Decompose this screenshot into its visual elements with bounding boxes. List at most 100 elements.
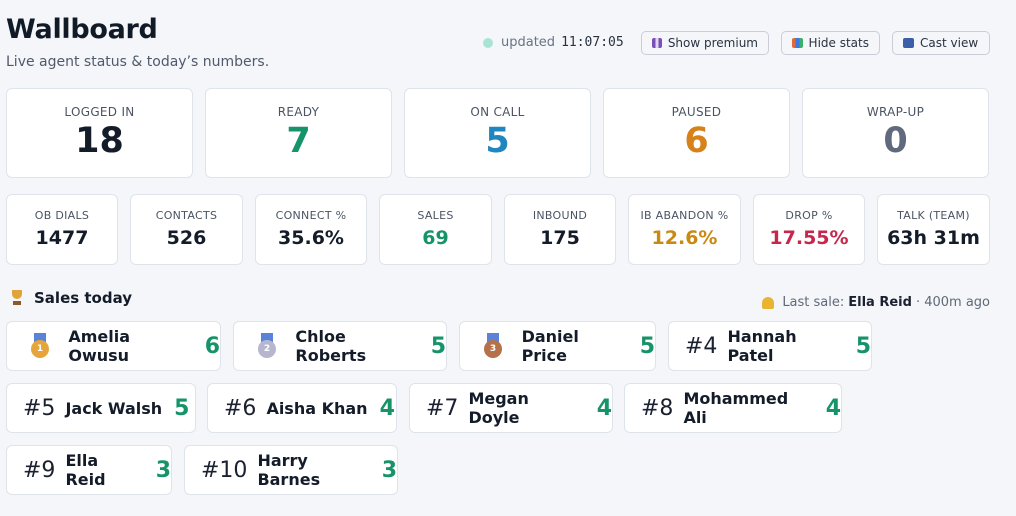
stat-card-value: 69	[422, 227, 449, 249]
last-sale-ago: · 400m ago	[915, 295, 990, 310]
sales-count: 5	[174, 395, 190, 421]
agent-name: Jack Walsh	[65, 398, 163, 418]
hide-stats-button[interactable]: Hide stats	[781, 31, 880, 55]
show-premium-label: Show premium	[667, 36, 758, 50]
rank-number: #6	[224, 395, 257, 421]
stat-card-connect-pct: CONNECT % 35.6%	[255, 194, 367, 265]
rank-number: #8	[641, 395, 674, 421]
status-card-wrap-up: WRAP-UP 0	[802, 88, 989, 178]
updated-label: updated	[501, 35, 556, 50]
silver-medal-icon: 2	[256, 333, 277, 359]
stat-card-label: IB ABANDON %	[640, 209, 729, 222]
bell-icon	[762, 296, 775, 309]
stat-card-label: OB DIALS	[34, 209, 90, 222]
stat-card-ob-dials: OB DIALS 1477	[6, 194, 118, 265]
sales-today-heading: Sales today	[10, 289, 132, 307]
leaderboard-item: #6 Aisha Khan 4	[207, 383, 397, 433]
last-sale-info: Last sale: Ella Reid · 400m ago	[762, 295, 990, 310]
stat-card-ib-abandon: IB ABANDON % 12.6%	[628, 194, 741, 265]
bronze-medal-icon: 3	[482, 333, 504, 359]
sales-count: 3	[155, 457, 171, 483]
status-card-logged-in: LOGGED IN 18	[6, 88, 193, 178]
sales-count: 4	[596, 395, 612, 421]
status-card-label: PAUSED	[671, 105, 722, 119]
status-card-paused: PAUSED 6	[603, 88, 790, 178]
stat-card-value: 17.55%	[769, 227, 849, 249]
stat-card-label: SALES	[417, 209, 454, 222]
sales-today-title: Sales today	[34, 289, 133, 307]
rank-number: #7	[426, 395, 459, 421]
rank-number: #5	[23, 395, 56, 421]
stat-card-value: 1477	[35, 227, 89, 249]
gold-medal-icon: 1	[29, 333, 50, 359]
sales-count: 4	[379, 395, 395, 421]
show-premium-button[interactable]: Show premium	[641, 31, 769, 55]
live-dot-icon	[483, 37, 493, 48]
sales-count: 6	[204, 333, 220, 359]
status-card-value: 7	[286, 121, 311, 161]
status-card-ready: READY 7	[205, 88, 392, 178]
status-card-on-call: ON CALL 5	[404, 88, 591, 178]
status-card-label: WRAP-UP	[866, 105, 925, 119]
page-subtitle: Live agent status & today’s numbers.	[6, 54, 270, 70]
sales-count: 5	[639, 333, 655, 359]
bar-chart-icon	[792, 38, 803, 48]
rank-number: #9	[23, 457, 56, 483]
leaderboard-item: #4 Hannah Patel 5	[668, 321, 872, 371]
leaderboard-item: #7 Megan Doyle 4	[409, 383, 613, 433]
leaderboard-item: 1 Amelia Owusu 6	[6, 321, 221, 371]
update-status: updated 11:07:05	[483, 35, 624, 50]
stat-card-label: INBOUND	[532, 209, 588, 222]
stat-card-label: TALK (TEAM)	[897, 209, 970, 222]
stat-card-value: 12.6%	[651, 227, 718, 249]
status-card-label: LOGGED IN	[64, 105, 135, 119]
trophy-icon	[10, 290, 24, 306]
page-title: Wallboard	[6, 14, 158, 45]
premium-icon	[652, 38, 662, 48]
rank-number: #10	[201, 457, 248, 483]
leaderboard-item: 2 Chloe Roberts 5	[233, 321, 447, 371]
agent-name: Chloe Roberts	[295, 327, 367, 365]
leaderboard-item: #9 Ella Reid 3	[6, 445, 172, 495]
status-card-label: ON CALL	[470, 105, 525, 119]
stat-card-drop-pct: DROP % 17.55%	[753, 194, 865, 265]
stat-card-inbound: INBOUND 175	[504, 194, 616, 265]
agent-name: Hannah Patel	[727, 327, 797, 365]
sales-count: 5	[430, 333, 446, 359]
status-card-value: 18	[75, 121, 124, 161]
cast-view-button[interactable]: Cast view	[892, 31, 990, 55]
cast-icon	[903, 38, 914, 48]
stat-card-value: 63h 31m	[887, 227, 980, 249]
leaderboard-item: #5 Jack Walsh 5	[6, 383, 196, 433]
agent-name: Aisha Khan	[266, 398, 368, 418]
sales-count: 3	[381, 457, 397, 483]
stat-card-value: 35.6%	[278, 227, 344, 249]
sales-count: 5	[855, 333, 871, 359]
leaderboard-item: #8 Mohammed Ali 4	[624, 383, 842, 433]
agent-name: Harry Barnes	[257, 451, 321, 489]
agent-name: Mohammed Ali	[683, 389, 789, 427]
stat-card-label: DROP %	[785, 209, 833, 222]
agent-name: Daniel Price	[521, 327, 579, 365]
agent-name: Ella Reid	[65, 451, 106, 489]
agent-name: Megan Doyle	[468, 389, 529, 427]
last-sale-prefix: Last sale:	[782, 295, 845, 310]
status-card-value: 0	[883, 121, 908, 161]
stat-card-sales: SALES 69	[379, 194, 492, 265]
stat-card-value: 526	[166, 227, 207, 249]
stat-card-contacts: CONTACTS 526	[130, 194, 243, 265]
stat-card-value: 175	[540, 227, 580, 249]
updated-time: 11:07:05	[561, 35, 624, 50]
sales-count: 4	[825, 395, 841, 421]
status-card-label: READY	[277, 105, 320, 119]
leaderboard-item: 3 Daniel Price 5	[459, 321, 656, 371]
last-sale-name: Ella Reid	[848, 295, 912, 310]
status-card-value: 6	[684, 121, 709, 161]
agent-name: Amelia Owusu	[68, 327, 131, 365]
stat-card-label: CONTACTS	[155, 209, 218, 222]
stat-card-talk-team: TALK (TEAM) 63h 31m	[877, 194, 990, 265]
leaderboard-item: #10 Harry Barnes 3	[184, 445, 398, 495]
hide-stats-label: Hide stats	[808, 36, 869, 50]
rank-number: #4	[685, 333, 718, 359]
status-card-value: 5	[485, 121, 510, 161]
